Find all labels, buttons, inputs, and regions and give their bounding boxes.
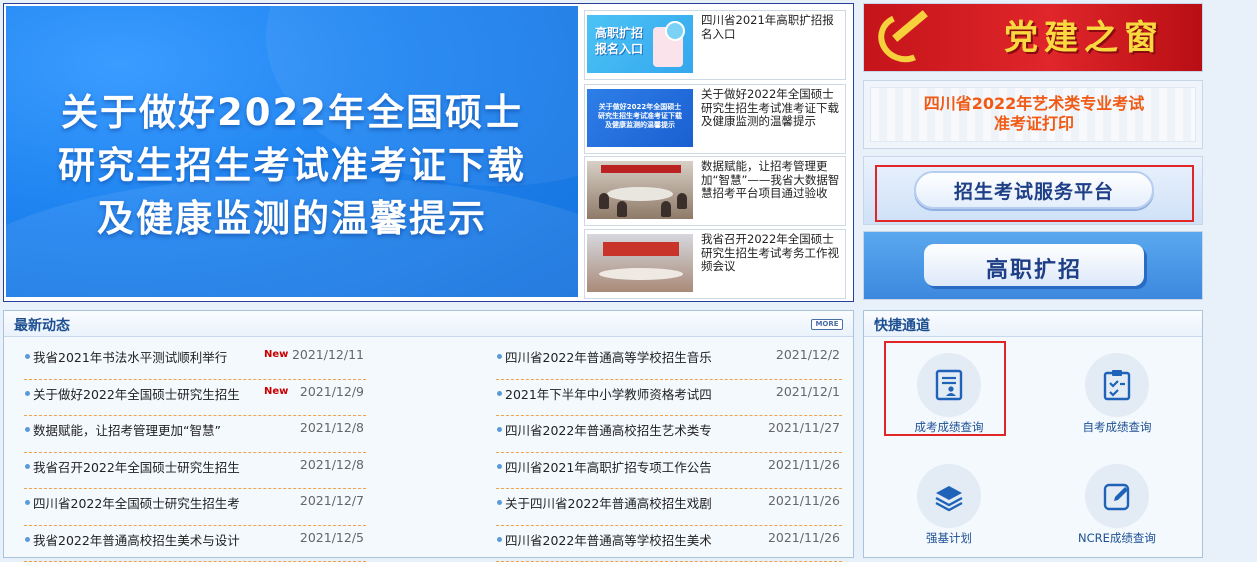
meeting-photo: [587, 234, 693, 292]
bullet-icon: [497, 536, 502, 542]
news-item[interactable]: 四川省2022年全国硕士研究生招生考 2021/12/7: [24, 489, 366, 526]
document-user-icon: [935, 369, 963, 401]
vocational-banner-text: 高职扩招: [985, 258, 1082, 283]
edit-square-icon: [1103, 483, 1130, 511]
bullet-icon: [497, 427, 502, 432]
news-item[interactable]: 数据赋能，让招考管理更加“智慧” 2021/12/8: [24, 416, 366, 453]
news-list-left: 我省2021年书法水平测试顺利举行 New 2021/12/11 关于做好202…: [24, 343, 366, 562]
news-list-right: 四川省2022年普通高等学校招生音乐 2021/12/2 2021年下半年中小学…: [496, 343, 842, 562]
news-card-smart-exam[interactable]: 数据赋能，让招考管理更加“智慧”——我省大数据智慧招考平台项目通过验收: [584, 156, 846, 226]
quick-link-adult-exam-score[interactable]: 成考成绩查询: [884, 347, 1014, 437]
news-card-exam-notice[interactable]: 关于做好2022年全国硕士 研究生招生考试准考证下载 及健康监测的温馨提示 关于…: [584, 84, 846, 154]
platform-banner-text: 招生考试服务平台: [953, 181, 1114, 203]
news-panel-title: 最新动态: [14, 318, 70, 334]
clipboard-check-icon: [1103, 370, 1131, 401]
bullet-icon: [497, 500, 502, 505]
party-building-banner[interactable]: 党建之窗: [863, 3, 1203, 72]
news-card-text: 我省召开2022年全国硕士研究生招生考试考务工作视频会议: [701, 232, 839, 273]
new-badge: New: [264, 349, 289, 360]
news-card-text: 关于做好2022年全国硕士研究生招生考试准考证下载及健康监测的温馨提示: [701, 87, 839, 128]
quick-access-panel: 快捷通道 成考成绩查询 自考成绩查询 强基计划 NCRE成绩查询: [863, 310, 1203, 558]
party-banner-text: 党建之窗: [1004, 18, 1164, 58]
bullet-icon: [25, 390, 30, 396]
meeting-photo: [587, 161, 693, 219]
news-item[interactable]: 我省召开2022年全国硕士研究生招生 2021/12/8: [24, 453, 366, 489]
bullet-icon: [497, 390, 502, 396]
quick-link-label: 强基计划: [926, 531, 972, 545]
news-card-text: 数据赋能，让招考管理更加“智慧”——我省大数据智慧招考平台项目通过验收: [701, 159, 840, 200]
news-item[interactable]: 四川省2021年高职扩招专项工作公告 2021/11/26: [496, 453, 842, 489]
vocational-enrollment-banner[interactable]: 高职扩招: [863, 231, 1203, 300]
more-button[interactable]: MORE: [811, 319, 843, 330]
new-badge: New: [264, 385, 289, 397]
art-banner-text: 四川省2022年艺术类专业考试 准考证打印: [923, 94, 1145, 133]
news-card-video-meeting[interactable]: 我省召开2022年全国硕士研究生招生考试考务工作视频会议: [584, 229, 846, 299]
news-item[interactable]: 四川省2022年普通高等学校招生美术 2021/11/26: [496, 526, 842, 562]
news-item[interactable]: 关于四川省2022年普通高校招生戏剧 2021/11/26: [496, 489, 842, 526]
news-item[interactable]: 关于做好2022年全国硕士研究生招生 New 2021/12/9: [24, 380, 366, 416]
news-panel-header: 最新动态 MORE: [4, 311, 853, 337]
news-card-thumbnail: 高职扩招 报名入口: [587, 15, 693, 73]
news-item[interactable]: 我省2022年普通高校招生美术与设计 2021/12/5: [24, 526, 366, 562]
quick-link-self-exam-score[interactable]: 自考成绩查询: [1052, 347, 1182, 437]
bullet-icon: [25, 354, 30, 359]
quick-link-label: NCRE成绩查询: [1078, 531, 1156, 545]
quick-link-label: 成考成绩查询: [914, 420, 984, 434]
news-card-thumbnail: 关于做好2022年全国硕士 研究生招生考试准考证下载 及健康监测的温馨提示: [587, 89, 693, 147]
hero-title: 关于做好2022年全国硕士 研究生招生考试准考证下载 及健康监测的温馨提示: [58, 91, 526, 240]
news-item[interactable]: 我省2021年书法水平测试顺利举行 New 2021/12/11: [24, 343, 366, 380]
quick-link-label: 自考成绩查询: [1082, 420, 1152, 434]
bullet-icon: [25, 536, 30, 542]
quick-link-strong-base-plan[interactable]: 强基计划: [884, 458, 1014, 548]
latest-news-panel: 最新动态 MORE 我省2021年书法水平测试顺利举行 New 2021/12/…: [3, 310, 854, 562]
quick-link-ncre-score[interactable]: NCRE成绩查询: [1052, 458, 1182, 548]
thumbnail-text: 高职扩招 报名入口: [595, 26, 644, 56]
quick-panel-header: 快捷通道: [864, 311, 1202, 337]
exam-service-platform-banner[interactable]: 招生考试服务平台: [863, 156, 1203, 225]
news-item[interactable]: 四川省2022年普通高校招生艺术类专 2021/11/27: [496, 416, 842, 453]
layers-icon: [935, 486, 963, 512]
bullet-icon: [25, 500, 30, 505]
news-item[interactable]: 四川省2022年普通高等学校招生音乐 2021/12/2: [496, 343, 842, 380]
news-card-text: 四川省2021年高职扩招报名入口: [701, 13, 834, 41]
art-exam-ticket-banner[interactable]: 四川省2022年艺术类专业考试 准考证打印: [863, 80, 1203, 149]
news-card-vocational-entry[interactable]: 高职扩招 报名入口 四川省2021年高职扩招报名入口: [584, 10, 846, 80]
bullet-icon: [497, 354, 502, 359]
bullet-icon: [25, 427, 30, 432]
news-item[interactable]: 2021年下半年中小学教师资格考试四 2021/12/1: [496, 380, 842, 416]
quick-panel-title: 快捷通道: [874, 318, 930, 334]
hero-banner[interactable]: 关于做好2022年全国硕士 研究生招生考试准考证下载 及健康监测的温馨提示: [6, 6, 578, 297]
thumbnail-text: 关于做好2022年全国硕士 研究生招生考试准考证下载 及健康监测的温馨提示: [598, 103, 682, 129]
bullet-icon: [497, 463, 502, 469]
bullet-icon: [25, 463, 30, 469]
globe-icon: [665, 21, 685, 41]
